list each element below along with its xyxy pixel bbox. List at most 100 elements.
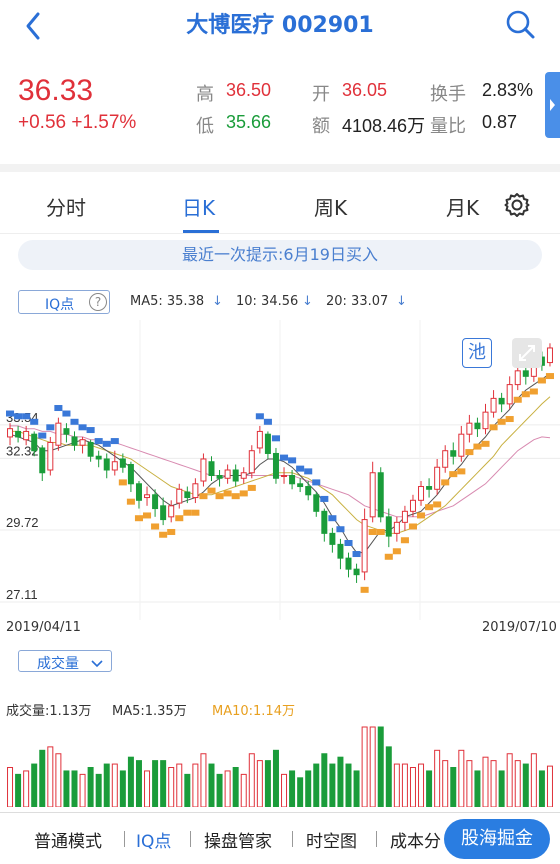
trading-manager-button[interactable]: 操盘管家 (204, 827, 272, 852)
candle-body (95, 455, 102, 460)
volume-bar (401, 763, 408, 808)
sell-signal-segment (328, 515, 337, 522)
date-end: 2019/07/10 (482, 620, 557, 635)
buy-signal-segment (143, 512, 152, 519)
volume-value: 成交量:1.13万 (6, 704, 92, 719)
sell-signal-segment (280, 454, 289, 461)
volume-bar (522, 763, 529, 808)
tab-weekly-k[interactable]: 周K (314, 192, 347, 221)
volume-bar (482, 756, 489, 808)
date-start: 2019/04/11 (6, 620, 81, 635)
current-price: 36.33 (18, 74, 94, 107)
volume-bar (345, 763, 352, 808)
buy-signal-segment (199, 493, 208, 500)
volume-bar (71, 770, 78, 808)
candle-body (522, 370, 529, 377)
divider (190, 831, 191, 847)
stock-pool-button[interactable]: 池 (462, 338, 492, 368)
buy-signal-segment (392, 548, 401, 555)
search-icon[interactable] (500, 4, 540, 44)
stock-digging-button[interactable]: 股海掘金 (444, 819, 550, 859)
buy-signal-segment (441, 479, 450, 486)
space-time-chart-button[interactable]: 时空图 (306, 827, 357, 852)
volume-bar (498, 770, 505, 808)
volume-chart[interactable] (0, 725, 560, 808)
ma20-value: 20: 33.07 (326, 294, 389, 309)
candlestick-chart[interactable]: 33.5432.3229.7227.11 池 (0, 320, 560, 620)
tab-daily-k[interactable]: 日K (182, 192, 215, 221)
volume-bar (321, 753, 328, 808)
sell-signal-segment (22, 413, 31, 420)
iq-indicator-selector[interactable]: IQ点 ? (18, 290, 110, 314)
volume-ratio-value: 0.87 (482, 112, 518, 132)
volume-bar (224, 770, 231, 808)
candle-body (361, 519, 368, 573)
volume-ratio-label: 量比 (430, 116, 466, 137)
sell-signal-segment (296, 465, 305, 472)
hint-banner[interactable]: 最近一次提示:6月19日买入 (18, 240, 542, 270)
buy-signal-segment (151, 523, 160, 530)
volume-bar (232, 767, 239, 808)
volume-bar (256, 760, 263, 808)
candle-body (23, 430, 30, 441)
active-tab-indicator (183, 230, 219, 233)
candle-body (63, 428, 70, 435)
sell-signal-segment (271, 435, 280, 442)
volume-bar (337, 756, 344, 808)
candle-body (426, 486, 433, 490)
candle-body (264, 433, 271, 454)
buy-signal-segment (400, 537, 409, 544)
candle-body (39, 447, 46, 474)
candle-body (329, 532, 336, 545)
buy-signal-segment (425, 504, 434, 511)
high-value: 36.50 (226, 80, 272, 100)
volume-bar (264, 760, 271, 808)
volume-indicator-selector[interactable]: 成交量 (18, 650, 112, 672)
chevron-down-icon (91, 655, 103, 674)
candle-body (490, 397, 497, 413)
volume-bar (95, 773, 102, 808)
buy-signal-segment (417, 512, 426, 519)
cost-distribution-button[interactable]: 成本分 (390, 827, 441, 852)
normal-mode-button[interactable]: 普通模式 (34, 827, 102, 852)
volume-bar (248, 753, 255, 808)
candle-body (127, 463, 134, 485)
volume-bar (289, 770, 296, 808)
buy-signal-segment (215, 493, 224, 500)
buy-signal-segment (537, 377, 546, 384)
sell-signal-segment (14, 413, 23, 420)
volume-bar (377, 726, 384, 808)
candle-body (385, 516, 392, 537)
iq-point-button[interactable]: IQ点 (136, 827, 171, 852)
buy-signal-segment (457, 468, 466, 475)
sell-signal-segment (94, 438, 103, 445)
volume-bar (458, 749, 465, 808)
volume-bar (426, 770, 433, 808)
side-expand-tab[interactable] (545, 72, 560, 138)
volume-bar (272, 749, 279, 808)
candle-body (466, 422, 473, 435)
volume-bar (184, 773, 191, 808)
sell-signal-segment (344, 540, 353, 546)
buy-signal-segment (545, 373, 554, 380)
buy-signal-segment (207, 487, 216, 494)
volume-bar (434, 749, 441, 808)
tab-intraday[interactable]: 分时 (46, 192, 86, 221)
fullscreen-icon[interactable] (512, 338, 542, 368)
gear-icon[interactable] (500, 188, 534, 222)
price-change: +0.56 +1.57% (18, 112, 137, 133)
tab-monthly-k[interactable]: 月K (446, 192, 479, 221)
volume-bar (200, 753, 207, 808)
candle-body (434, 466, 441, 490)
volume-bar (79, 773, 86, 808)
sell-signal-segment (352, 551, 361, 558)
volume-bar (176, 763, 183, 808)
candle-body (184, 491, 191, 499)
help-icon[interactable]: ? (89, 293, 107, 311)
amount-value: 4108.46万 (342, 116, 426, 136)
volume-ma5: MA5:1.35万 (112, 704, 187, 719)
volume-bar (111, 763, 118, 808)
buy-signal-segment (513, 396, 522, 403)
buy-signal-segment (183, 509, 192, 516)
buy-signal-segment (231, 493, 240, 500)
